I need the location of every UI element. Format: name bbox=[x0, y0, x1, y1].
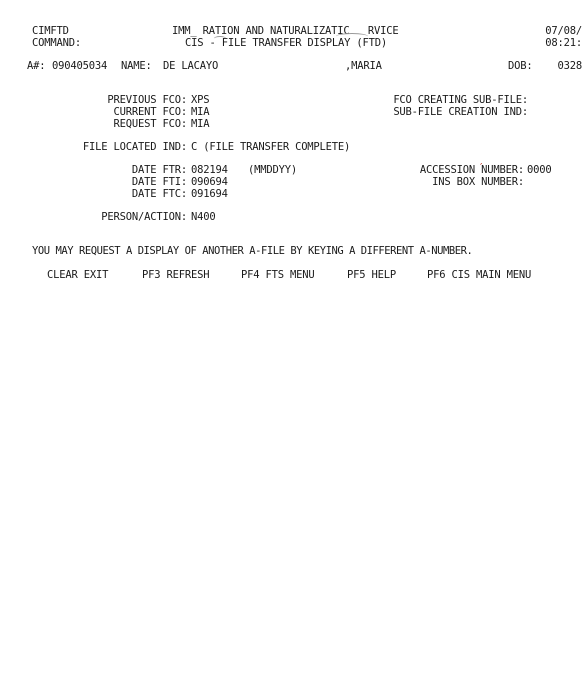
request-fco-value: MIA bbox=[191, 118, 210, 130]
fkey-clear-exit[interactable]: CLEAR EXIT bbox=[47, 269, 108, 282]
subfile-creation-ind-label: SUB-FILE CREATION IND: bbox=[393, 106, 528, 118]
screen-title: CIS - FILE TRANSFER DISPLAY (FTD) bbox=[185, 37, 388, 49]
file-located-value: C (FILE TRANSFER COMPLETE) bbox=[191, 141, 351, 153]
file-located-label: FILE LOCATED IND: bbox=[82, 141, 187, 153]
pen-mark: ′ bbox=[478, 162, 485, 174]
person-action-label: PERSON/ACTION: bbox=[101, 211, 187, 223]
dob-label: DOB: bbox=[508, 60, 533, 72]
request-fco-label: REQUEST FCO: bbox=[113, 118, 188, 130]
ins-box-number-label: INS BOX NUMBER: bbox=[432, 176, 524, 188]
dob-value: 0328 bbox=[557, 60, 583, 72]
first-name: ,MARIA bbox=[345, 60, 382, 72]
date-ftc-value: 091694 bbox=[191, 188, 228, 200]
person-action-value: N400 bbox=[191, 211, 216, 223]
header-time: 08:21: bbox=[545, 37, 582, 49]
anum-label: A#: bbox=[27, 60, 46, 72]
anum-value: 090405034 bbox=[52, 60, 108, 72]
fkey-pf3-refresh[interactable]: PF3 REFRESH bbox=[142, 269, 210, 282]
last-name: DE LACAYO bbox=[163, 60, 219, 72]
fkey-pf4-fts-menu[interactable]: PF4 FTS MENU bbox=[241, 269, 315, 282]
command-label: COMMAND: bbox=[32, 37, 81, 49]
instruction-message: YOU MAY REQUEST A DISPLAY OF ANOTHER A-F… bbox=[32, 245, 473, 257]
accession-number-value: 0000 bbox=[527, 164, 552, 176]
name-label: NAME: bbox=[121, 60, 152, 72]
fkey-pf6-main-menu[interactable]: PF6 CIS MAIN MENU bbox=[427, 269, 531, 282]
fkey-pf5-help[interactable]: PF5 HELP bbox=[347, 269, 396, 282]
date-format-hint: (MMDDYY) bbox=[248, 164, 297, 176]
date-ftc-label: DATE FTC: bbox=[131, 188, 187, 200]
